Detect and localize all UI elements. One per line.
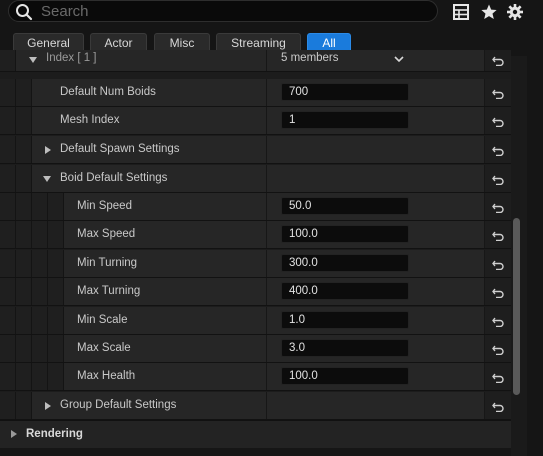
property-label: Default Num Boids (60, 86, 156, 98)
section-label: Rendering (26, 428, 83, 440)
collapsed-arrow-icon[interactable] (43, 145, 53, 155)
property-row-mesh-index: Mesh Index 1 (0, 107, 527, 135)
max-speed-input[interactable]: 100.0 (281, 225, 409, 243)
min-speed-input[interactable]: 50.0 (281, 197, 409, 215)
max-turning-input[interactable]: 400.0 (281, 282, 409, 300)
property-label: Max Speed (77, 228, 136, 240)
gear-icon[interactable] (506, 3, 524, 21)
reset-icon[interactable] (492, 229, 504, 241)
reset-icon[interactable] (492, 286, 504, 298)
reset-icon[interactable] (492, 173, 504, 185)
property-row-max-scale: Max Scale 3.0 (0, 335, 527, 363)
max-health-input[interactable]: 100.0 (281, 367, 409, 385)
collapsed-arrow-icon[interactable] (43, 401, 53, 411)
expanded-arrow-icon[interactable] (42, 174, 52, 184)
property-row-min-turning: Min Turning 300.0 (0, 250, 527, 278)
reset-icon[interactable] (492, 400, 504, 412)
expanded-arrow-icon[interactable] (28, 55, 38, 65)
members-count: 5 members (281, 52, 339, 64)
star-icon[interactable] (480, 3, 498, 21)
reset-icon[interactable] (492, 201, 504, 213)
group-label: Group Default Settings (60, 399, 177, 411)
collapsed-arrow-icon[interactable] (9, 429, 19, 439)
details-panel: Index [ 1 ] 5 members Default Num Boids … (0, 50, 527, 456)
mesh-index-input[interactable]: 1 (281, 111, 409, 129)
reset-icon[interactable] (492, 315, 504, 327)
property-label: Min Turning (77, 257, 138, 269)
search-icon (16, 4, 33, 21)
property-row-max-health: Max Health 100.0 (0, 363, 527, 391)
property-row-default-num-boids: Default Num Boids 700 (0, 79, 527, 107)
chevron-down-icon[interactable] (394, 54, 404, 64)
scrollbar-thumb[interactable] (513, 218, 520, 395)
group-label: Boid Default Settings (60, 172, 168, 184)
property-row-min-scale: Min Scale 1.0 (0, 307, 527, 335)
property-label: Min Speed (77, 200, 132, 212)
property-label: Max Health (77, 370, 136, 382)
property-label: Min Scale (77, 314, 128, 326)
group-row-group-default-settings[interactable]: Group Default Settings (0, 392, 527, 420)
reset-icon[interactable] (492, 144, 504, 156)
index-row[interactable]: Index [ 1 ] 5 members (0, 50, 527, 72)
right-edge (527, 56, 543, 456)
group-label: Default Spawn Settings (60, 143, 180, 155)
property-row-min-speed: Min Speed 50.0 (0, 193, 527, 221)
reset-icon[interactable] (492, 343, 504, 355)
property-row-max-turning: Max Turning 400.0 (0, 278, 527, 306)
property-label: Mesh Index (60, 114, 120, 126)
min-scale-input[interactable]: 1.0 (281, 311, 409, 329)
reset-icon[interactable] (492, 115, 504, 127)
property-label: Max Turning (77, 285, 141, 297)
table-icon[interactable] (452, 3, 470, 21)
section-rendering[interactable]: Rendering (0, 420, 527, 448)
property-label: Max Scale (77, 342, 131, 354)
min-turning-input[interactable]: 300.0 (281, 254, 409, 272)
reset-icon[interactable] (492, 258, 504, 270)
search-placeholder[interactable]: Search (41, 3, 89, 20)
max-scale-input[interactable]: 3.0 (281, 339, 409, 357)
index-label: Index [ 1 ] (46, 52, 97, 64)
bottom-strip (0, 448, 527, 456)
reset-icon[interactable] (492, 87, 504, 99)
top-bar: Search (0, 0, 543, 26)
search-box[interactable]: Search (8, 0, 438, 22)
group-row-boid-default-settings[interactable]: Boid Default Settings (0, 165, 527, 193)
property-row-max-speed: Max Speed 100.0 (0, 221, 527, 249)
reset-icon[interactable] (492, 54, 504, 66)
reset-icon[interactable] (492, 371, 504, 383)
default-num-boids-input[interactable]: 700 (281, 83, 409, 101)
group-row-default-spawn-settings[interactable]: Default Spawn Settings (0, 136, 527, 164)
